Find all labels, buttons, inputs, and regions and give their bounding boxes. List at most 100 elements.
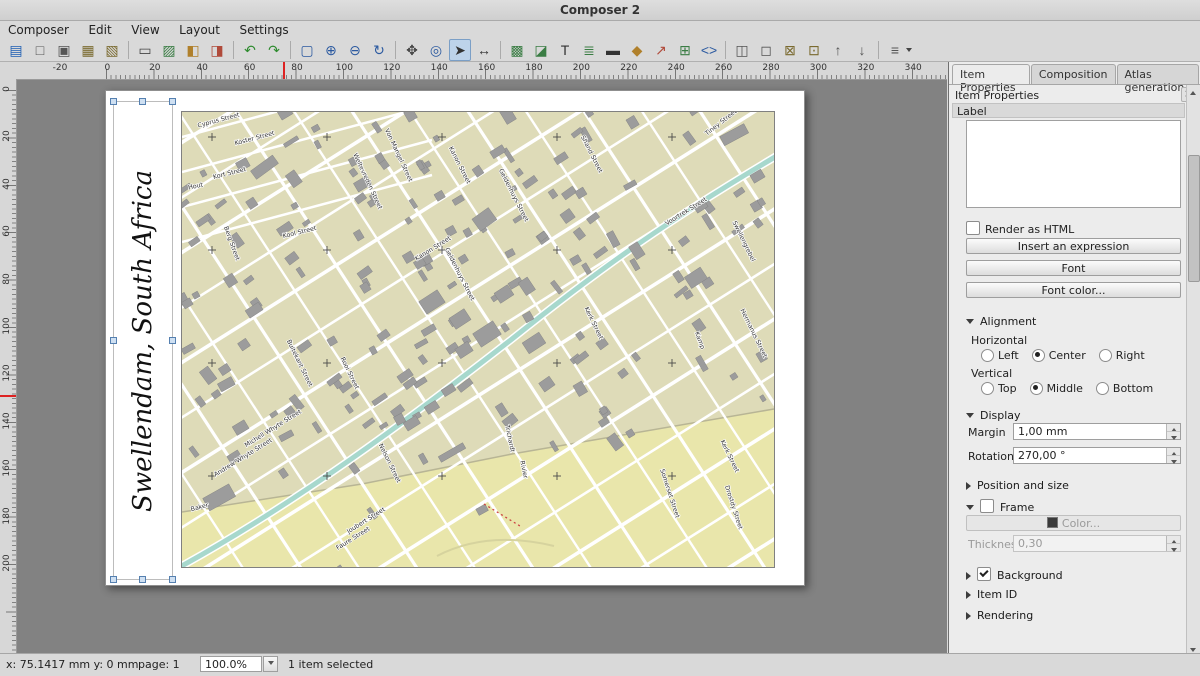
align-center-radio[interactable]: Center bbox=[1032, 349, 1086, 362]
display-section-toggle[interactable]: Display bbox=[966, 409, 1021, 422]
export-pdf-button[interactable]: ◨ bbox=[206, 39, 228, 61]
add-items-from-template-button[interactable]: ▧ bbox=[101, 39, 123, 61]
frame-section-toggle[interactable]: Frame bbox=[966, 499, 1034, 514]
add-label-icon: T bbox=[561, 42, 570, 58]
thickness-spinbox[interactable]: 0,30 bbox=[1013, 535, 1181, 552]
select-move-item-button[interactable]: ➤ bbox=[449, 39, 471, 61]
export-image-button[interactable]: ▨ bbox=[158, 39, 180, 61]
zoom-out-button[interactable]: ⊖ bbox=[344, 39, 366, 61]
lock-items-button[interactable]: ⊠ bbox=[779, 39, 801, 61]
font-button[interactable]: Font bbox=[966, 260, 1181, 276]
panel-scrollbar[interactable] bbox=[1186, 85, 1200, 653]
add-html-button[interactable]: <> bbox=[698, 39, 720, 61]
export-svg-button[interactable]: ◧ bbox=[182, 39, 204, 61]
ungroup-items-button[interactable]: ◻ bbox=[755, 39, 777, 61]
raise-items-button[interactable]: ↑ bbox=[827, 39, 849, 61]
map-item[interactable]: Cyprus StreetKoster StreetHoutKort Stree… bbox=[181, 111, 775, 568]
rotation-decrease-button[interactable] bbox=[1167, 455, 1180, 464]
print-button[interactable]: ▭ bbox=[134, 39, 156, 61]
lower-items-icon: ↓ bbox=[859, 42, 866, 58]
align-middle-radio[interactable]: Middle bbox=[1030, 382, 1083, 395]
export-image-icon: ▨ bbox=[162, 42, 175, 58]
selection-handle[interactable] bbox=[169, 98, 176, 105]
add-label-button[interactable]: T bbox=[554, 39, 576, 61]
zoom-combobox[interactable]: 100.0% bbox=[200, 656, 262, 672]
selection-handle[interactable] bbox=[110, 576, 117, 583]
save-as-template-button[interactable]: ▦ bbox=[77, 39, 99, 61]
selection-handle[interactable] bbox=[169, 576, 176, 583]
ruler-label: 140 bbox=[431, 63, 448, 73]
zoom-full-button[interactable]: ▢ bbox=[296, 39, 318, 61]
insert-expression-button[interactable]: Insert an expression bbox=[966, 238, 1181, 254]
scroll-down-icon[interactable] bbox=[1190, 644, 1197, 651]
menu-composer[interactable]: Composer bbox=[0, 21, 77, 37]
menu-view[interactable]: View bbox=[123, 21, 167, 37]
item-id-section-toggle[interactable]: Item ID bbox=[966, 588, 1017, 601]
background-checkbox[interactable] bbox=[977, 567, 991, 581]
frame-checkbox[interactable] bbox=[980, 499, 994, 513]
rotation-spinbox[interactable]: 270,00 ° bbox=[1013, 447, 1181, 464]
ruler-label: 60 bbox=[2, 216, 12, 246]
render-html-checkbox[interactable] bbox=[966, 221, 980, 235]
ruler-label: 60 bbox=[244, 63, 255, 73]
label-item[interactable]: Swellendam, South Africa bbox=[113, 101, 173, 580]
zoom-in-button[interactable]: ⊕ bbox=[320, 39, 342, 61]
align-bottom-radio[interactable]: Bottom bbox=[1096, 382, 1153, 395]
expand-arrow-icon bbox=[966, 413, 974, 418]
align-top-radio[interactable]: Top bbox=[981, 382, 1017, 395]
tab-composition[interactable]: Composition bbox=[1031, 64, 1116, 84]
add-scalebar-button[interactable]: ▬ bbox=[602, 39, 624, 61]
composition-canvas[interactable]: Swellendam, South Africa Cyprus StreetKo… bbox=[16, 79, 947, 653]
margin-spinbox[interactable]: 1,00 mm bbox=[1013, 423, 1181, 440]
scroll-up-icon[interactable] bbox=[1190, 87, 1197, 94]
align-left-radio[interactable]: Left bbox=[981, 349, 1019, 362]
unlock-items-button[interactable]: ⊡ bbox=[803, 39, 825, 61]
add-scalebar-icon: ▬ bbox=[606, 42, 620, 58]
margin-decrease-button[interactable] bbox=[1167, 431, 1180, 440]
align-items-button[interactable]: ≡ bbox=[884, 39, 906, 61]
add-legend-button[interactable]: ≣ bbox=[578, 39, 600, 61]
alignment-section-toggle[interactable]: Alignment bbox=[966, 315, 1036, 328]
margin-value: 1,00 mm bbox=[1018, 425, 1067, 438]
rendering-section-toggle[interactable]: Rendering bbox=[966, 609, 1033, 622]
position-size-section-toggle[interactable]: Position and size bbox=[966, 479, 1069, 492]
scrollbar-thumb[interactable] bbox=[1188, 155, 1200, 282]
composition-page[interactable]: Swellendam, South Africa Cyprus StreetKo… bbox=[105, 90, 805, 586]
add-shape-button[interactable]: ◆ bbox=[626, 39, 648, 61]
tab-atlas-generation[interactable]: Atlas generation bbox=[1117, 64, 1199, 84]
new-composer-button[interactable]: □ bbox=[29, 39, 51, 61]
menu-edit[interactable]: Edit bbox=[80, 21, 119, 37]
frame-color-button[interactable]: Color... bbox=[966, 515, 1181, 531]
thickness-decrease-button[interactable] bbox=[1167, 543, 1180, 552]
lower-items-button[interactable]: ↓ bbox=[851, 39, 873, 61]
collapsed-arrow-icon bbox=[966, 612, 971, 620]
menu-layout[interactable]: Layout bbox=[171, 21, 228, 37]
selection-handle[interactable] bbox=[110, 98, 117, 105]
refresh-view-button[interactable]: ↻ bbox=[368, 39, 390, 61]
move-item-content-button[interactable]: ↔ bbox=[473, 39, 495, 61]
vertical-ruler: 020406080100120140160180200 bbox=[0, 79, 17, 653]
font-color-button[interactable]: Font color... bbox=[966, 282, 1181, 298]
label-text-input[interactable] bbox=[966, 120, 1181, 208]
tab-item-properties[interactable]: Item Properties bbox=[952, 64, 1030, 84]
selection-handle[interactable] bbox=[139, 98, 146, 105]
selection-handle[interactable] bbox=[169, 337, 176, 344]
redo-button[interactable]: ↷ bbox=[263, 39, 285, 61]
selection-handle[interactable] bbox=[139, 576, 146, 583]
zoom-tool-button[interactable]: ◎ bbox=[425, 39, 447, 61]
add-table-button[interactable]: ⊞ bbox=[674, 39, 696, 61]
align-right-radio[interactable]: Right bbox=[1099, 349, 1145, 362]
background-section-toggle[interactable]: Background bbox=[966, 567, 1063, 582]
menu-settings[interactable]: Settings bbox=[231, 21, 296, 37]
undo-button[interactable]: ↶ bbox=[239, 39, 261, 61]
add-arrow-button[interactable]: ↗ bbox=[650, 39, 672, 61]
add-image-button[interactable]: ◪ bbox=[530, 39, 552, 61]
pan-button[interactable]: ✥ bbox=[401, 39, 423, 61]
duplicate-composer-button[interactable]: ▣ bbox=[53, 39, 75, 61]
toolbar-separator bbox=[395, 41, 396, 59]
selection-handle[interactable] bbox=[110, 337, 117, 344]
save-project-button[interactable]: ▤ bbox=[5, 39, 27, 61]
add-map-button[interactable]: ▩ bbox=[506, 39, 528, 61]
zoom-dropdown-button[interactable] bbox=[263, 656, 278, 672]
group-items-button[interactable]: ◫ bbox=[731, 39, 753, 61]
